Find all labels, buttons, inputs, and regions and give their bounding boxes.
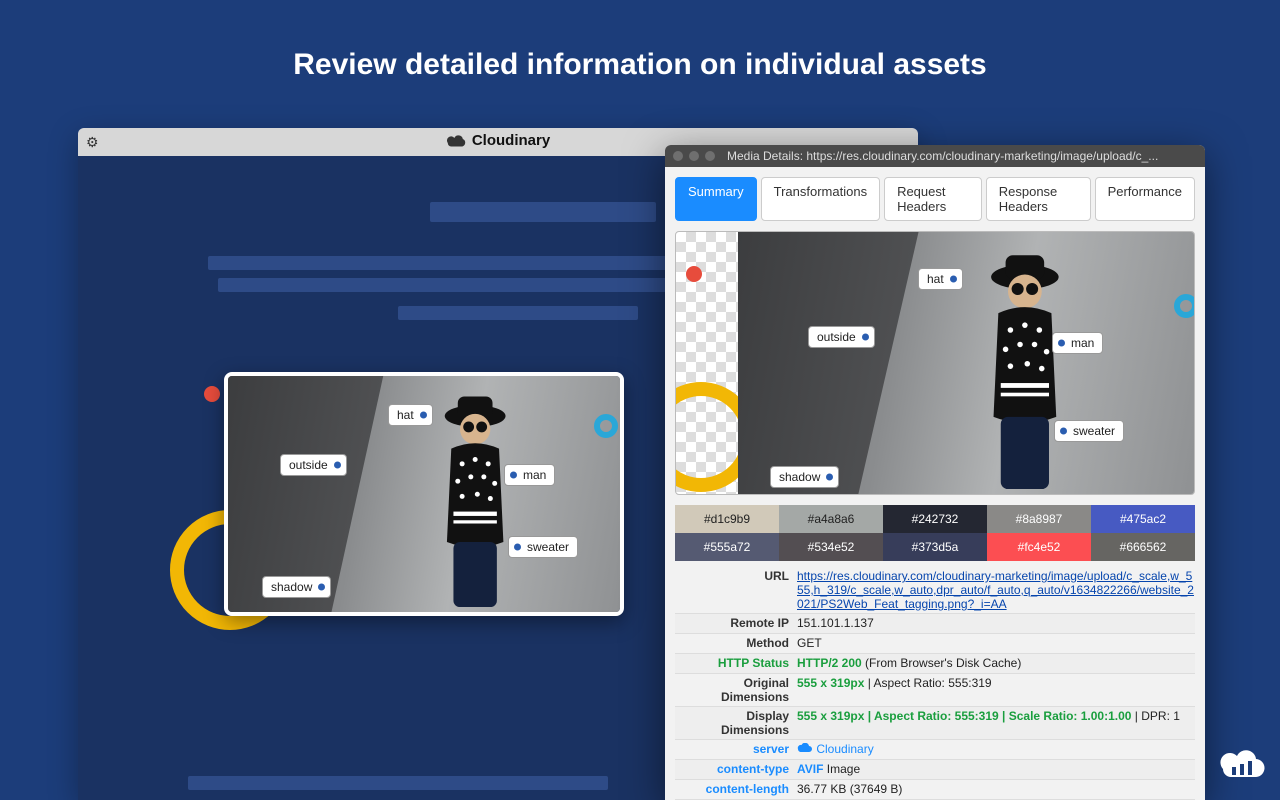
value-content-length: 36.77 KB (37649 B) (797, 782, 1195, 796)
window-zoom-icon[interactable] (705, 151, 715, 161)
tab-performance[interactable]: Performance (1095, 177, 1195, 221)
label-orig-dim: Original Dimensions (675, 676, 797, 704)
value-url[interactable]: https://res.cloudinary.com/cloudinary-ma… (797, 569, 1194, 611)
label-content-type: content-type (675, 762, 797, 776)
decorative-dot-red (204, 386, 220, 402)
decorative-dot-red (686, 266, 702, 282)
tab-transformations[interactable]: Transformations (761, 177, 880, 221)
swatch[interactable]: #373d5a (883, 533, 987, 561)
decorative-dot-blue (594, 414, 618, 438)
media-preview: hat outside man sweater shadow (675, 231, 1195, 495)
value-method: GET (797, 636, 1195, 650)
swatch[interactable]: #a4a8a6 (779, 505, 883, 533)
swatch[interactable]: #666562 (1091, 533, 1195, 561)
ai-tag-shadow[interactable]: shadow (262, 576, 331, 598)
cloudinary-icon (797, 743, 813, 754)
cloudinary-logo-icon (1220, 749, 1266, 786)
label-remote-ip: Remote IP (675, 616, 797, 630)
label-http-status: HTTP Status (675, 656, 797, 670)
swatch[interactable]: #534e52 (779, 533, 883, 561)
label-server: server (675, 742, 797, 756)
popup-titlebar: Media Details: https://res.cloudinary.co… (665, 145, 1205, 167)
ai-tag-man[interactable]: man (504, 464, 555, 486)
ai-tag-hat[interactable]: hat (918, 268, 963, 290)
ai-tag-sweater[interactable]: sweater (1054, 420, 1124, 442)
value-orig-dim: 555 x 319px | Aspect Ratio: 555:319 (797, 676, 1195, 690)
ai-tag-man[interactable]: man (1052, 332, 1103, 354)
value-content-type: AVIF Image (797, 762, 1195, 776)
value-server: Cloudinary (797, 742, 1195, 756)
tab-summary[interactable]: Summary (675, 177, 757, 221)
window-close-icon[interactable] (673, 151, 683, 161)
swatch[interactable]: #fc4e52 (987, 533, 1091, 561)
ai-tag-sweater[interactable]: sweater (508, 536, 578, 558)
brand-logo: Cloudinary (446, 132, 550, 149)
gear-icon[interactable]: ⚙ (86, 134, 99, 151)
label-method: Method (675, 636, 797, 650)
swatch[interactable]: #d1c9b9 (675, 505, 779, 533)
value-disp-dim: 555 x 319px | Aspect Ratio: 555:319 | Sc… (797, 709, 1195, 723)
label-disp-dim: Display Dimensions (675, 709, 797, 737)
media-details-popup: Media Details: https://res.cloudinary.co… (665, 145, 1205, 800)
color-swatches: #d1c9b9 #a4a8a6 #242732 #8a8987 #475ac2 … (675, 505, 1195, 561)
tab-response-headers[interactable]: Response Headers (986, 177, 1091, 221)
label-content-length: content-length (675, 782, 797, 796)
brand-text: Cloudinary (472, 132, 550, 149)
swatch[interactable]: #555a72 (675, 533, 779, 561)
ai-tag-shadow[interactable]: shadow (770, 466, 839, 488)
ai-tag-outside[interactable]: outside (280, 454, 347, 476)
ai-tag-hat[interactable]: hat (388, 404, 433, 426)
swatch[interactable]: #242732 (883, 505, 987, 533)
label-url: URL (675, 569, 797, 583)
window-minimize-icon[interactable] (689, 151, 699, 161)
swatch[interactable]: #8a8987 (987, 505, 1091, 533)
value-http-status: HTTP/2 200 (From Browser's Disk Cache) (797, 656, 1195, 670)
asset-thumbnail[interactable]: hat outside man sweater shadow (224, 372, 624, 616)
value-remote-ip: 151.101.1.137 (797, 616, 1195, 630)
media-details-table: URL https://res.cloudinary.com/cloudinar… (675, 567, 1195, 800)
decorative-dot-blue (1174, 294, 1195, 318)
swatch[interactable]: #475ac2 (1091, 505, 1195, 533)
page-headline: Review detailed information on individua… (0, 0, 1280, 82)
ai-tag-outside[interactable]: outside (808, 326, 875, 348)
popup-title: Media Details: https://res.cloudinary.co… (727, 149, 1197, 163)
tab-request-headers[interactable]: Request Headers (884, 177, 982, 221)
popup-tabs: Summary Transformations Request Headers … (665, 167, 1205, 231)
